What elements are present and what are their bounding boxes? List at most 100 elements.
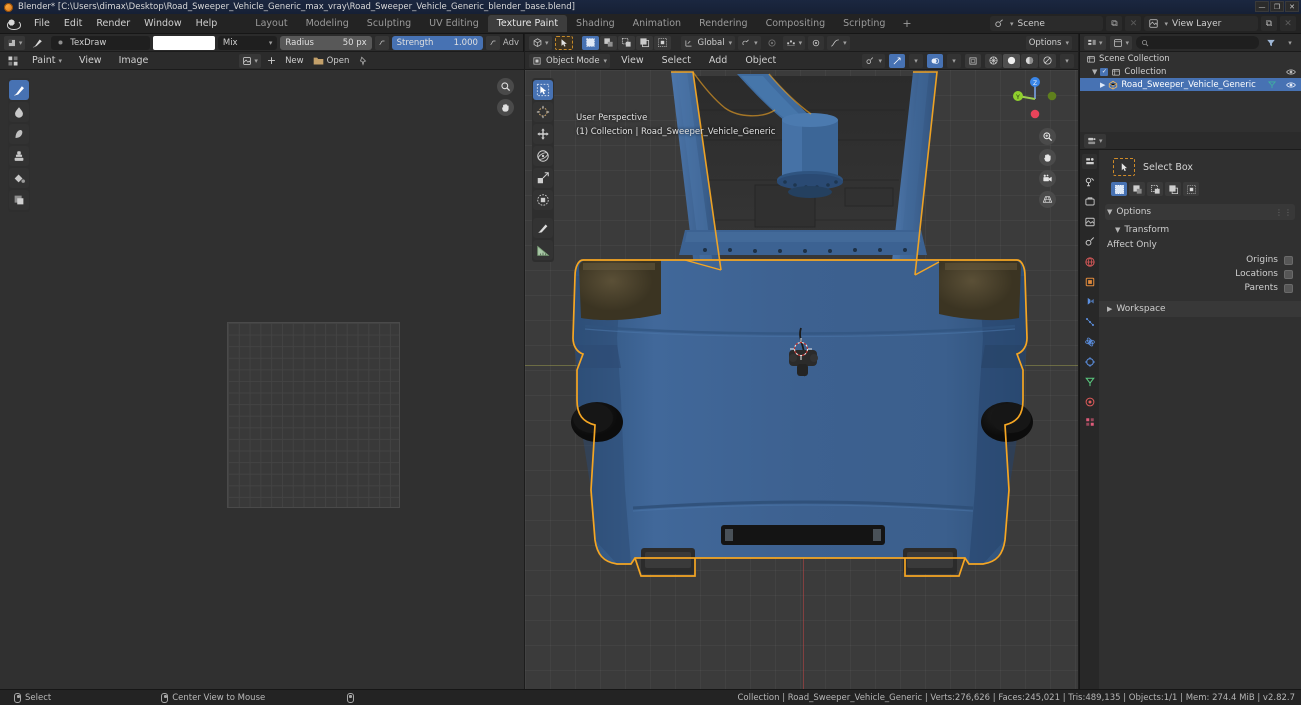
shading-dropdown[interactable]: ▾ bbox=[1060, 53, 1074, 68]
hand-icon[interactable] bbox=[1039, 149, 1056, 166]
viewport-options-button[interactable]: Options ▾ bbox=[1025, 35, 1072, 50]
strength-slider[interactable]: Strength 1.000 bbox=[391, 35, 483, 50]
select-invert-mode-button[interactable] bbox=[635, 35, 653, 50]
viewport-menu-object[interactable]: Object bbox=[738, 53, 783, 68]
tool-tab[interactable] bbox=[1082, 154, 1097, 169]
rotate-tool[interactable] bbox=[533, 146, 553, 166]
parents-check ox[interactable] bbox=[1284, 283, 1293, 293]
unlink-scene-button[interactable]: ✕ bbox=[1125, 16, 1142, 31]
visibility-eye-icon[interactable] bbox=[1286, 68, 1296, 76]
add-image-icon[interactable]: + bbox=[264, 54, 279, 68]
brush-preview-icon[interactable] bbox=[28, 36, 48, 50]
transform-tool[interactable] bbox=[533, 190, 553, 210]
outliner-display-mode[interactable]: ▾ bbox=[1109, 35, 1133, 50]
road-sweeper-vehicle-model[interactable] bbox=[525, 70, 1078, 689]
select-intersect-mode-button[interactable] bbox=[653, 35, 671, 50]
visibility-eye-icon[interactable] bbox=[1286, 81, 1296, 89]
outliner-row-scene-collection[interactable]: Scene Collection bbox=[1080, 52, 1301, 65]
panel-options[interactable]: ▼ Options ⋮⋮ bbox=[1105, 204, 1295, 220]
visibility-selector[interactable]: ▾ bbox=[862, 53, 885, 68]
menu-render[interactable]: Render bbox=[89, 16, 137, 31]
object-mode-selector[interactable]: Object Mode ▾ bbox=[529, 53, 611, 68]
constraint-tab[interactable] bbox=[1082, 354, 1097, 369]
tab-uv-editing[interactable]: UV Editing bbox=[420, 15, 488, 32]
select-subtract-mode-button[interactable] bbox=[617, 35, 635, 50]
brush-selector[interactable]: TexDraw bbox=[51, 35, 151, 50]
menu-image[interactable]: Image bbox=[112, 53, 156, 68]
zoom-icon[interactable] bbox=[497, 78, 514, 95]
soften-tool[interactable] bbox=[9, 102, 29, 122]
shading-wireframe-button[interactable] bbox=[985, 53, 1002, 68]
tab-modeling[interactable]: Modeling bbox=[297, 15, 358, 32]
disclosure-triangle-icon[interactable]: ▶ bbox=[1100, 81, 1105, 89]
collection-checkbox[interactable]: ✓ bbox=[1100, 67, 1109, 76]
hand-icon[interactable] bbox=[497, 99, 514, 116]
disclosure-triangle-icon[interactable]: ▼ bbox=[1092, 68, 1097, 76]
outliner-search-input[interactable] bbox=[1136, 36, 1259, 49]
gizmos-dropdown[interactable]: ▾ bbox=[909, 53, 923, 68]
outliner-filter-dropdown[interactable]: ▾ bbox=[1283, 36, 1297, 50]
brush-color-swatch[interactable] bbox=[153, 35, 215, 50]
pivot-point-selector[interactable]: ▾ bbox=[782, 35, 806, 50]
new-image-button[interactable]: New bbox=[282, 54, 307, 68]
select-box-tool-icon[interactable] bbox=[1113, 158, 1135, 176]
viewport-canvas[interactable]: User Perspective (1) Collection | Road_S… bbox=[525, 70, 1078, 689]
radius-slider[interactable]: Radius 50 px bbox=[280, 35, 372, 50]
blender-menu-icon[interactable] bbox=[6, 16, 21, 31]
camera-icon[interactable] bbox=[1039, 170, 1056, 187]
tab-shading[interactable]: Shading bbox=[567, 15, 624, 32]
output-tab[interactable] bbox=[1082, 194, 1097, 209]
image-datablock-selector[interactable]: ▾ bbox=[239, 53, 261, 68]
viewport-menu-add[interactable]: Add bbox=[702, 53, 734, 68]
locations-row[interactable]: Locations bbox=[1105, 267, 1295, 281]
measure-tool[interactable] bbox=[533, 240, 553, 260]
menu-window[interactable]: Window bbox=[137, 16, 188, 31]
viewport-editor-type-selector[interactable]: ▾ bbox=[529, 35, 552, 50]
tab-layout[interactable]: Layout bbox=[246, 15, 296, 32]
view-layer-tab[interactable] bbox=[1082, 214, 1097, 229]
object-tab[interactable] bbox=[1082, 274, 1097, 289]
window-controls[interactable]: — ❐ ✕ bbox=[1255, 1, 1299, 12]
parents-row[interactable]: Parents bbox=[1105, 281, 1295, 295]
shading-rendered-button[interactable] bbox=[1039, 53, 1056, 68]
fill-tool[interactable] bbox=[9, 168, 29, 188]
menu-view[interactable]: View bbox=[72, 53, 109, 68]
menu-file[interactable]: File bbox=[27, 16, 57, 31]
cursor-tool[interactable] bbox=[533, 102, 553, 122]
modifier-tab[interactable] bbox=[1082, 294, 1097, 309]
view-layer-selector[interactable]: ▾ View Layer bbox=[1144, 16, 1258, 31]
locations-checkbox[interactable] bbox=[1284, 269, 1293, 279]
viewport-menu-view[interactable]: View bbox=[614, 53, 651, 68]
filter-icon[interactable] bbox=[1263, 36, 1279, 50]
open-image-button[interactable]: Open bbox=[310, 54, 353, 68]
clone-tool[interactable] bbox=[9, 146, 29, 166]
world-tab[interactable] bbox=[1082, 254, 1097, 269]
mode-subtract-button[interactable] bbox=[1147, 182, 1163, 196]
outliner-row-collection[interactable]: ▼ ✓ Collection bbox=[1080, 65, 1301, 78]
zoom-icon[interactable] bbox=[1039, 128, 1056, 145]
mode-extend-button[interactable] bbox=[1129, 182, 1145, 196]
shading-material-button[interactable] bbox=[1021, 53, 1038, 68]
tab-scripting[interactable]: Scripting bbox=[834, 15, 894, 32]
xray-toggle[interactable] bbox=[965, 53, 981, 68]
mode-intersect-button[interactable] bbox=[1183, 182, 1199, 196]
mode-set-new-button[interactable] bbox=[1111, 182, 1127, 196]
panel-workspace[interactable]: ▶ Workspace bbox=[1099, 301, 1301, 317]
mask-tool[interactable] bbox=[9, 190, 29, 210]
tab-animation[interactable]: Animation bbox=[624, 15, 690, 32]
maximize-button[interactable]: ❐ bbox=[1270, 1, 1284, 12]
ortho-icon[interactable] bbox=[1039, 191, 1056, 208]
overlays-toggle[interactable] bbox=[927, 53, 943, 68]
menu-help[interactable]: Help bbox=[189, 16, 225, 31]
origins-row[interactable]: Origins bbox=[1105, 253, 1295, 267]
smear-tool[interactable] bbox=[9, 124, 29, 144]
mode-invert-button[interactable] bbox=[1165, 182, 1181, 196]
outliner-editor-type-selector[interactable]: ▾ bbox=[1084, 35, 1106, 50]
data-tab[interactable] bbox=[1082, 374, 1097, 389]
move-tool[interactable] bbox=[533, 124, 553, 144]
snapping-selector[interactable]: ▾ bbox=[738, 35, 761, 50]
draw-tool[interactable] bbox=[9, 80, 29, 100]
new-view-layer-button[interactable]: ⧉ bbox=[1261, 16, 1277, 31]
outliner-row-road-sweeper[interactable]: ▶ Road_Sweeper_Vehicle_Generic bbox=[1080, 78, 1301, 91]
blend-mode-selector[interactable]: Mix ▾ bbox=[217, 35, 278, 50]
